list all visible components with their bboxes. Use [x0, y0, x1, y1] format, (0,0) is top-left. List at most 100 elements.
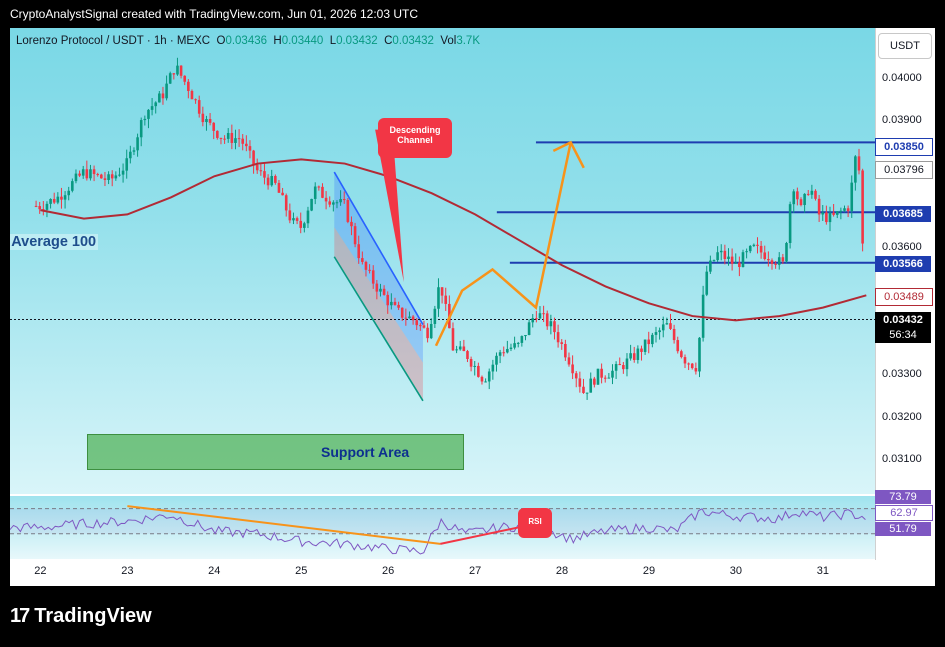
candle-body — [444, 295, 448, 304]
last-price-tag: 0.03432 — [875, 312, 931, 328]
candle-body — [785, 242, 788, 262]
candle-body — [78, 173, 81, 176]
candle-body — [509, 347, 513, 349]
candle-body — [277, 182, 281, 193]
candle-body — [774, 263, 777, 265]
candle-body — [353, 226, 357, 245]
candle-body — [335, 202, 339, 204]
candle-body — [364, 261, 368, 270]
candle-body — [147, 109, 150, 119]
candle-body — [513, 343, 516, 348]
candle-body — [672, 328, 676, 341]
rsi-value-tag: 62.97 — [875, 505, 933, 521]
candle-body — [165, 83, 168, 99]
tradingview-logo-icon: 17 — [10, 605, 30, 627]
currency-button[interactable]: USDT — [878, 33, 932, 59]
time-tick-label: 22 — [34, 565, 47, 577]
candle-body — [839, 210, 843, 212]
candle-body — [429, 323, 433, 339]
candle-body — [560, 342, 564, 344]
candle-body — [487, 371, 491, 382]
candle-body — [56, 196, 60, 203]
symbol-legend: Lorenzo Protocol / USDT · 1h · MEXC O0.0… — [16, 35, 480, 47]
level-tag-1: 0.03850 — [875, 138, 933, 156]
candle-body — [817, 198, 821, 215]
candle-body — [310, 198, 313, 211]
candle-body — [241, 138, 245, 144]
candle-body — [625, 358, 629, 370]
candle-body — [767, 259, 770, 261]
candle-body — [734, 262, 738, 264]
candle-body — [168, 73, 172, 84]
candle-body — [491, 364, 495, 372]
candle-body — [719, 250, 723, 253]
candle-body — [752, 244, 756, 246]
candle-body — [400, 307, 404, 318]
legend-open: 0.03436 — [225, 35, 268, 47]
candle-body — [466, 351, 469, 359]
time-tick-label: 31 — [816, 565, 829, 577]
legend-vol-label: Vol — [440, 35, 457, 47]
candle-body — [440, 287, 444, 296]
price-tick-label: 0.03200 — [882, 410, 922, 423]
candle-body — [125, 158, 129, 171]
candle-body — [230, 132, 234, 143]
candle-body — [379, 288, 382, 292]
candle-body — [665, 323, 669, 325]
tradingview-branding[interactable]: 17 TradingView — [10, 605, 152, 628]
candle-body — [38, 206, 42, 210]
candle-body — [589, 378, 593, 393]
candle-body — [585, 392, 589, 394]
candle-body — [614, 364, 618, 371]
candle-body — [313, 186, 317, 199]
candle-body — [792, 191, 796, 205]
chart-frame: Lorenzo Protocol / USDT · 1h · MEXC O0.0… — [10, 28, 935, 586]
candle-body — [821, 212, 825, 215]
price-pane[interactable]: Lorenzo Protocol / USDT · 1h · MEXC O0.0… — [10, 28, 875, 494]
candle-body — [730, 256, 734, 264]
candle-body — [538, 313, 542, 319]
candle-body — [611, 370, 614, 378]
candle-body — [770, 260, 774, 264]
candle-body — [578, 378, 582, 387]
candle-body — [245, 143, 248, 147]
candle-body — [74, 173, 78, 182]
candle-body — [81, 169, 85, 176]
candle-body — [806, 193, 810, 195]
candle-body — [252, 150, 255, 165]
candle-body — [756, 244, 759, 246]
candle-body — [549, 321, 553, 327]
candle-body — [433, 308, 437, 324]
rsi-callout: RSI — [518, 508, 552, 538]
candle-body — [676, 340, 680, 352]
candle-body — [89, 169, 92, 179]
candle-body — [129, 151, 132, 159]
candle-body — [810, 190, 814, 195]
candle-body — [375, 283, 379, 292]
candle-body — [121, 170, 125, 175]
candle-body — [266, 177, 270, 186]
candle-body — [629, 353, 632, 359]
candle-body — [564, 343, 567, 358]
candle-body — [339, 199, 342, 203]
candle-body — [371, 270, 375, 284]
candle-body — [545, 313, 549, 327]
candle-body — [861, 170, 864, 244]
candle-body — [110, 174, 114, 179]
time-tick-label: 29 — [642, 565, 656, 577]
candle-body — [567, 357, 571, 365]
candle-body — [484, 381, 487, 383]
time-tick-label: 24 — [208, 565, 221, 577]
candle-body — [299, 220, 303, 228]
candle-body — [49, 198, 52, 204]
candle-body — [498, 352, 502, 356]
candle-body — [603, 377, 607, 379]
candle-body — [741, 252, 745, 268]
candle-body — [419, 325, 422, 327]
candle-body — [763, 252, 767, 260]
rsi-pane[interactable] — [10, 496, 875, 559]
candle-body — [118, 174, 121, 176]
time-tick-label: 28 — [555, 565, 569, 577]
candle-body — [727, 256, 730, 260]
candle-body — [45, 203, 49, 210]
